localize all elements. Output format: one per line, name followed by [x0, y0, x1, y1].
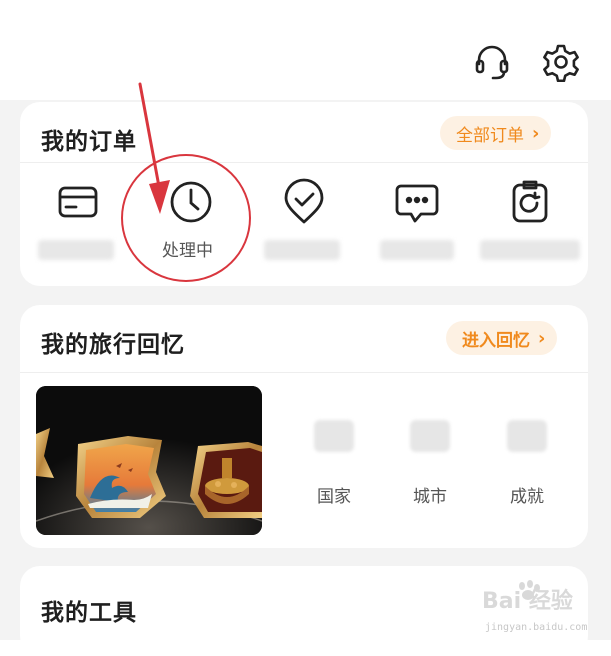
order-label-blurred [380, 240, 454, 260]
travel-memory-banner[interactable] [36, 386, 262, 535]
enter-memory-label: 进入回忆 [462, 330, 530, 351]
gear-icon[interactable] [541, 42, 581, 83]
baidu-logo-icon: Bai 经验 [482, 580, 573, 614]
stat-label-cities: 城市 [413, 487, 447, 507]
order-item-pending-payment[interactable] [48, 178, 108, 228]
tools-title: 我的工具 [41, 600, 137, 626]
stat-countries[interactable]: 国家 [304, 420, 364, 507]
all-orders-button[interactable]: 全部订单 › [440, 116, 552, 150]
check-pin-icon [284, 178, 324, 224]
refund-icon [512, 180, 548, 223]
memory-title: 我的旅行回忆 [41, 332, 185, 358]
stat-value-blurred [410, 420, 450, 452]
order-label-blurred [38, 240, 114, 260]
order-item-refund[interactable] [500, 178, 560, 228]
headset-icon[interactable] [472, 42, 512, 82]
stat-label-achievements: 成就 [510, 487, 544, 507]
card-icon [58, 186, 98, 218]
order-item-to-review[interactable] [387, 178, 447, 228]
stat-cities[interactable]: 城市 [400, 420, 460, 507]
orders-title: 我的订单 [41, 129, 137, 155]
chevron-right-icon: › [532, 122, 540, 144]
hotpot-badge-icon [190, 442, 262, 518]
chevron-right-icon: › [538, 327, 546, 349]
order-label-blurred [480, 240, 580, 260]
watermark-url: jingyan.baidu.com [485, 622, 588, 633]
stat-achievements[interactable]: 成就 [497, 420, 557, 507]
baidu-watermark: Bai 经验 jingyan.baidu.com [480, 578, 605, 638]
stat-label-countries: 国家 [317, 487, 351, 507]
stat-value-blurred [507, 420, 547, 452]
orders-divider [20, 162, 588, 163]
annotation-arrow-icon [138, 82, 170, 214]
chat-bubble-icon [395, 184, 439, 223]
order-item-to-use[interactable] [274, 178, 334, 228]
all-orders-label: 全部订单 [456, 125, 524, 146]
stat-value-blurred [314, 420, 354, 452]
memory-divider [20, 372, 588, 373]
order-label-blurred [264, 240, 340, 260]
wave-badge-icon [76, 436, 166, 518]
enter-memory-button[interactable]: 进入回忆 › [446, 321, 558, 355]
